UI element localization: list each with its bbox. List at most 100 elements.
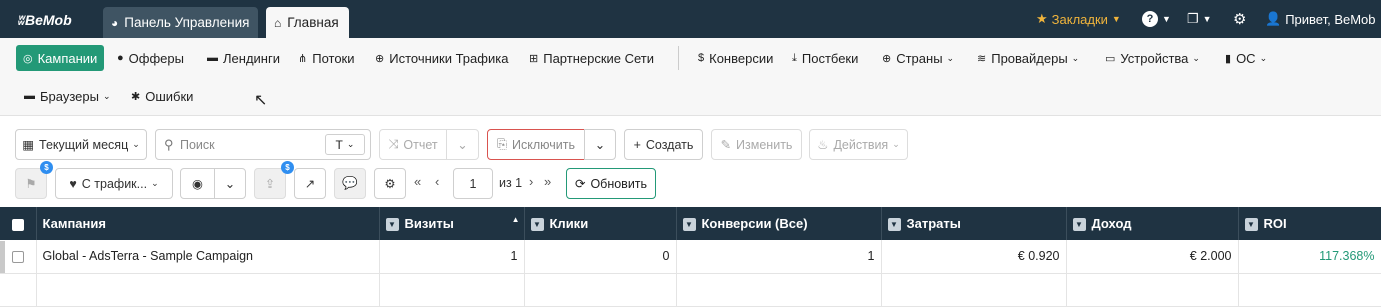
comments-button[interactable]: 💬 (334, 168, 366, 199)
nav-affiliate-networks[interactable]: ⊞ Партнерские Сети (529, 45, 654, 71)
search-input[interactable] (180, 135, 330, 155)
column-header-label: Конверсии (Все) (701, 215, 808, 231)
filter-icon[interactable]: ▼ (887, 218, 901, 232)
tab-home[interactable]: ⌂ Главная (266, 7, 349, 38)
filter-icon[interactable]: ▼ (530, 218, 544, 232)
cell-visits: 1 (379, 240, 525, 274)
report-dropdown[interactable]: ⌄ (446, 129, 479, 160)
last-page-button[interactable]: » (544, 174, 551, 189)
cell-revenue: € 2.000 (1066, 240, 1239, 274)
nav-flows[interactable]: ⋔ Потоки (298, 45, 355, 71)
nav-landings[interactable]: ▬ Лендинги (207, 45, 280, 71)
select-all-checkbox[interactable] (11, 218, 24, 231)
brand-logo[interactable]: ʬ BeMob (18, 12, 72, 28)
share-button[interactable]: ⇪ (254, 168, 286, 199)
nav-postbacks[interactable]: ⤓ Постбеки (792, 45, 858, 71)
globe-icon: ⊕ (882, 52, 892, 65)
chevron-right-icon: › (529, 174, 534, 189)
empty-cell (524, 273, 677, 307)
traffic-filter-select[interactable]: ♥ С трафик... ⌄ (55, 168, 173, 199)
report-button[interactable]: ⤨ Отчет (379, 129, 447, 160)
nav-countries-label: Страны (896, 50, 943, 66)
column-settings-button[interactable]: ⚙ (374, 168, 406, 199)
chart-button[interactable]: ↗ (294, 168, 326, 199)
nav-traffic-sources-label: Источники Трафика (389, 50, 509, 66)
main-nav: ◎ Кампании ● Офферы ▬ Лендинги ⋔ Потоки ⊕ Ист… (0, 38, 1381, 116)
tab-dashboard[interactable]: ◕ Панель Управления (103, 7, 258, 38)
filter-icon[interactable]: ▼ (385, 218, 399, 232)
filter-icon[interactable]: ▼ (1072, 218, 1086, 232)
eye-icon: ◉ (192, 177, 203, 191)
column-header-revenue[interactable]: ▼ Доход (1066, 207, 1239, 240)
column-header-roi[interactable]: ▼ ROI (1238, 207, 1381, 240)
search-mode-label: T (335, 137, 343, 152)
nav-campaigns[interactable]: ◎ Кампании (16, 45, 105, 71)
column-header-label: Доход (1091, 215, 1132, 231)
nav-errors-label: Ошибки (145, 88, 194, 104)
column-header-clicks[interactable]: ▼ Клики (524, 207, 677, 240)
filter-icon[interactable]: ▼ (1244, 218, 1258, 232)
cell-roi: 117.368% (1238, 240, 1381, 274)
nav-conversions[interactable]: $ Конверсии (698, 45, 773, 71)
column-header-label: Кампания (42, 216, 106, 231)
nav-affiliate-networks-label: Партнерские Сети (543, 50, 655, 66)
select-all-header (0, 207, 37, 240)
view-dropdown[interactable]: ⌄ (214, 168, 246, 199)
nav-devices[interactable]: ▭ Устройства ⌄ (1105, 45, 1200, 71)
table-row[interactable]: Global - AdsTerra - Sample Campaign 1 0 … (0, 240, 1381, 274)
chevron-down-icon: ▼ (1162, 14, 1171, 24)
wifi-icon: ≋ (977, 52, 987, 65)
nav-countries[interactable]: ⊕ Страны ⌄ (882, 45, 954, 71)
column-header-campaign[interactable]: Кампания (36, 207, 380, 240)
exclude-dropdown[interactable]: ⌄ (584, 129, 616, 160)
sitemap-icon: ⋔ (298, 52, 308, 65)
row-drag-handle[interactable] (0, 241, 5, 273)
search-mode-select[interactable]: T ⌄ (325, 134, 365, 155)
actions-button[interactable]: ♨ Действия ⌄ (809, 129, 908, 160)
column-header-cost[interactable]: ▼ Затраты (881, 207, 1067, 240)
column-header-visits[interactable]: ▼ Визиты ▲ (379, 207, 525, 240)
gear-icon: ⚙ (1233, 11, 1247, 28)
windows-menu[interactable]: ❐ ▼ (1187, 0, 1212, 38)
first-page-button[interactable]: « (414, 174, 421, 189)
exclude-button[interactable]: ⎘ Исключить (487, 129, 585, 160)
bookmarks-menu[interactable]: ★ Закладки ▼ (1036, 0, 1121, 38)
badge-dollar-2: $ (281, 161, 294, 174)
download-icon: ⤓ (792, 51, 797, 64)
help-menu[interactable]: ? ▼ (1142, 0, 1171, 38)
user-menu[interactable]: 👤 Привет, BeMob (1265, 0, 1376, 38)
row-checkbox[interactable] (11, 250, 24, 263)
settings-button[interactable]: ⚙ (1233, 0, 1246, 38)
empty-cell (0, 273, 37, 307)
cell-conversions: 1 (676, 240, 882, 274)
create-button[interactable]: + Создать (624, 129, 703, 160)
user-icon: 👤 (1265, 11, 1282, 26)
traffic-filter-label: С трафик... (81, 176, 148, 191)
view-button[interactable]: ◉ (180, 168, 215, 199)
column-header-label: ROI (1263, 215, 1287, 231)
edit-button[interactable]: ✎ Изменить (711, 129, 802, 160)
nav-offers[interactable]: ● Офферы (117, 45, 184, 71)
cell-campaign[interactable]: Global - AdsTerra - Sample Campaign (36, 240, 380, 274)
column-header-conversions[interactable]: ▼ Конверсии (Все) (676, 207, 882, 240)
prev-page-button[interactable]: ‹ (435, 174, 439, 189)
tab-dashboard-label: Панель Управления (124, 15, 250, 30)
nav-os[interactable]: ▮ ОС ⌄ (1225, 45, 1267, 71)
nav-browsers-label: Браузеры (40, 88, 99, 104)
windows-icon: ❐ (1187, 11, 1199, 26)
page-number-input[interactable] (453, 168, 493, 199)
nav-traffic-sources[interactable]: ⊕ Источники Трафика (375, 45, 508, 71)
nav-conversions-label: Конверсии (709, 50, 774, 66)
double-chevron-left-icon: « (414, 174, 422, 189)
next-page-button[interactable]: › (529, 174, 533, 189)
filter-icon[interactable]: ▼ (682, 218, 696, 232)
nav-browsers[interactable]: ▬ Браузеры ⌄ (24, 83, 111, 109)
period-select[interactable]: ▦ Текущий месяц ⌄ (15, 129, 147, 160)
refresh-button[interactable]: ⟳ Обновить (566, 168, 656, 199)
column-header-label: Затраты (906, 215, 961, 231)
nav-errors[interactable]: ✱ Ошибки (131, 83, 193, 109)
exclude-icon: ⎘ (497, 137, 508, 151)
nav-providers[interactable]: ≋ Провайдеры ⌄ (977, 45, 1079, 71)
chevron-down-icon: ⌄ (1071, 52, 1080, 63)
search-box: ⚲ T⌄ (155, 129, 371, 160)
